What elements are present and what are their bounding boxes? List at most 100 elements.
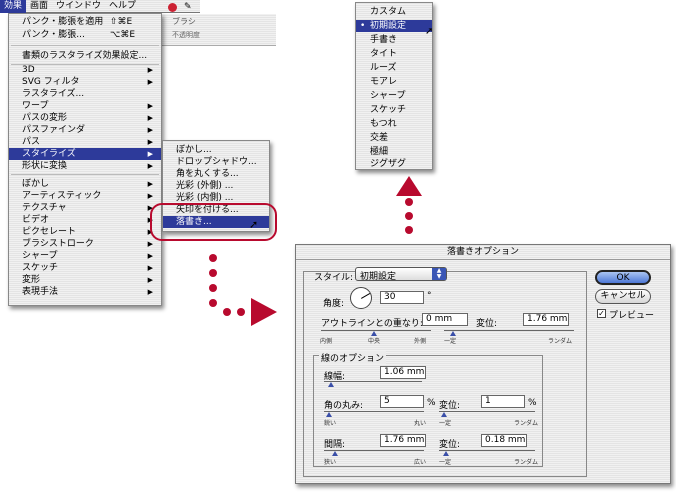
spacing-slider-thumb[interactable] — [332, 451, 338, 456]
menu-window[interactable]: ウインドウ — [52, 0, 105, 13]
menu-separator — [11, 174, 159, 175]
spacing-slider[interactable] — [324, 450, 424, 451]
spacing-variation-input[interactable]: 0.18 mm — [481, 434, 527, 447]
menu-separator — [11, 45, 159, 46]
menu-item-document-raster-settings[interactable]: 書類のラスタライズ効果設定... — [9, 50, 161, 62]
curviness-slider[interactable] — [324, 411, 424, 412]
scribble-options-dialog: 落書きオプション スタイル: 初期設定 ▲ ▼ 角度: 30 ° アウトラインとの… — [295, 244, 671, 484]
menu-item-convert-to-shape[interactable]: 形状に変換 ▶ — [9, 160, 161, 172]
style-option-zigzag[interactable]: ジグザグ — [356, 158, 432, 170]
effect-menu: パンク・膨張を適用 ⇧⌘E パンク・膨張... ⌥⌘E 書類のラスタライズ効果設定.… — [8, 13, 162, 306]
submenu-item-feather[interactable]: ぼかし... — [163, 144, 269, 156]
stroke-width-slider-thumb[interactable] — [328, 382, 334, 387]
menu-item-warp[interactable]: ワープ ▶ — [9, 100, 161, 112]
curviness-scale-loopy: 丸い — [414, 420, 427, 427]
menu-item-sharpen[interactable]: シャープ ▶ — [9, 250, 161, 262]
preview-label: プレビュー — [609, 311, 655, 321]
menu-view[interactable]: 画面 — [26, 0, 52, 13]
script-icon: ✎ — [184, 2, 192, 12]
spacing-variation-label: 変位: — [439, 440, 461, 450]
menu-item-artistic[interactable]: アーティスティック ▶ — [9, 190, 161, 202]
style-option-snarl[interactable]: もつれ — [356, 118, 432, 130]
submenu-item-round-corners[interactable]: 角を丸くする... — [163, 168, 269, 180]
spacing-var-scale-none: 一定 — [439, 459, 452, 466]
menu-item-texture[interactable]: テクスチャ ▶ — [9, 202, 161, 214]
style-option-custom[interactable]: カスタム — [356, 6, 432, 18]
curviness-variation-slider-thumb[interactable] — [441, 412, 447, 417]
menu-item-pixelate[interactable]: ピクセレート ▶ — [9, 226, 161, 238]
overlap-label: アウトラインとの重なり: — [321, 319, 423, 329]
curviness-unit: % — [427, 398, 436, 408]
style-label: スタイル: — [314, 273, 354, 283]
menu-item-stylize-raster[interactable]: 表現手法 ▶ — [9, 286, 161, 298]
style-option-tangle[interactable]: 極細 — [356, 146, 432, 158]
stroke-width-input[interactable]: 1.06 mm — [380, 366, 426, 379]
curviness-var-scale-wide: ランダム — [514, 420, 539, 427]
overlap-scale-outside: 外側 — [414, 338, 427, 345]
menu-item-sketch[interactable]: スケッチ ▶ — [9, 262, 161, 274]
menu-item-brush-strokes[interactable]: ブラシストローク ▶ — [9, 238, 161, 250]
curviness-variation-input[interactable]: 1 — [481, 395, 525, 408]
overlap-variation-input[interactable]: 1.76 mm — [523, 313, 569, 326]
menu-item-pucker-bloat[interactable]: パンク・膨張... ⌥⌘E — [9, 29, 161, 41]
curviness-slider-thumb[interactable] — [326, 412, 332, 417]
curviness-var-scale-none: 一定 — [439, 420, 452, 427]
app-icon — [168, 3, 177, 12]
cancel-button[interactable]: キャンセル — [595, 289, 651, 304]
curviness-input[interactable]: 5 — [380, 395, 424, 408]
style-option-sketch[interactable]: スケッチ — [356, 104, 432, 116]
spacing-label: 間隔: — [324, 440, 346, 450]
overlap-var-scale-random: ランダム — [548, 338, 573, 345]
submenu-item-outer-glow[interactable]: 光彩 (外側) ... — [163, 180, 269, 192]
spacing-variation-slider[interactable] — [439, 450, 535, 451]
overlap-variation-label: 変位: — [476, 319, 498, 329]
line-options-label: 線のオプション — [319, 351, 387, 364]
callout-arrow-up — [396, 176, 422, 196]
menu-item-blur[interactable]: ぼかし ▶ — [9, 178, 161, 190]
style-option-default[interactable]: • 初期設定 — [356, 20, 432, 32]
menu-item-distort-transform[interactable]: パスの変形 ▶ — [9, 112, 161, 124]
menu-item-3d[interactable]: 3D ▶ — [9, 64, 161, 76]
style-option-moire[interactable]: モアレ — [356, 76, 432, 88]
mouse-cursor-icon: ➚ — [249, 218, 259, 231]
opacity-label: 不透明度 — [172, 31, 200, 39]
ok-button[interactable]: OK — [595, 270, 651, 285]
style-option-sharp[interactable]: シャープ — [356, 90, 432, 102]
style-option-loose[interactable]: ルーズ — [356, 62, 432, 74]
preview-checkbox[interactable]: ✓ — [597, 309, 606, 318]
spacing-scale-loose: 広い — [414, 459, 427, 466]
mouse-cursor-icon: ➚ — [425, 26, 434, 37]
menu-help[interactable]: ヘルプ — [105, 0, 140, 13]
dialog-titlebar: 落書きオプション — [296, 245, 670, 260]
overlap-scale-center: 中央 — [368, 338, 381, 345]
menu-effect[interactable]: 効果 — [0, 0, 27, 13]
menu-item-distort[interactable]: 変形 ▶ — [9, 274, 161, 286]
spacing-scale-tight: 狭い — [324, 459, 337, 466]
menu-item-rasterize[interactable]: ラスタライズ... — [9, 88, 161, 100]
stroke-width-slider[interactable] — [324, 381, 422, 382]
spacing-input[interactable]: 1.76 mm — [380, 434, 426, 447]
angle-input[interactable]: 30 — [380, 291, 424, 304]
menu-item-stylize[interactable]: スタイライズ ▶ — [9, 148, 161, 160]
style-option-handwritten[interactable]: 手書き — [356, 34, 432, 46]
menu-item-apply-pucker-bloat[interactable]: パンク・膨張を適用 ⇧⌘E — [9, 16, 161, 28]
curviness-scale-angular: 鋭い — [324, 420, 337, 427]
dialog-title: 落書きオプション — [446, 247, 519, 257]
style-option-swash[interactable]: 交差 — [356, 132, 432, 144]
style-option-tight[interactable]: タイト — [356, 48, 432, 60]
angle-dial[interactable] — [350, 287, 372, 309]
overlap-variation-slider[interactable] — [444, 330, 574, 331]
menu-item-pathfinder[interactable]: パスファインダ ▶ — [9, 124, 161, 136]
style-select[interactable]: 初期設定 ▲ ▼ — [355, 267, 447, 282]
spacing-variation-slider-thumb[interactable] — [443, 451, 449, 456]
spacing-var-scale-wide: ランダム — [514, 459, 539, 466]
brush-label: ブラシ — [172, 17, 196, 26]
submenu-item-drop-shadow[interactable]: ドロップシャドウ... — [163, 156, 269, 168]
menu-item-path[interactable]: パス ▶ — [9, 136, 161, 148]
curviness-variation-slider[interactable] — [439, 411, 535, 412]
curviness-variation-unit: % — [528, 398, 537, 408]
curviness-label: 角の丸み: — [324, 401, 364, 411]
menu-item-video[interactable]: ビデオ ▶ — [9, 214, 161, 226]
menu-item-svg-filters[interactable]: SVG フィルタ ▶ — [9, 76, 161, 88]
overlap-input[interactable]: 0 mm — [422, 313, 468, 326]
